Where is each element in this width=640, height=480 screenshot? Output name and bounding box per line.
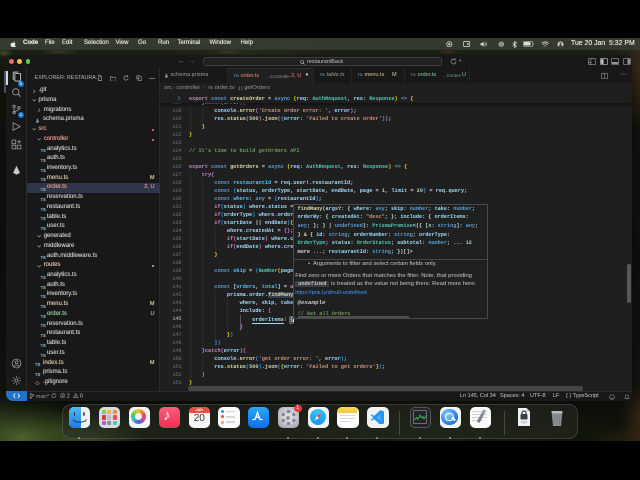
svg-text:PDF: PDF xyxy=(521,420,527,424)
